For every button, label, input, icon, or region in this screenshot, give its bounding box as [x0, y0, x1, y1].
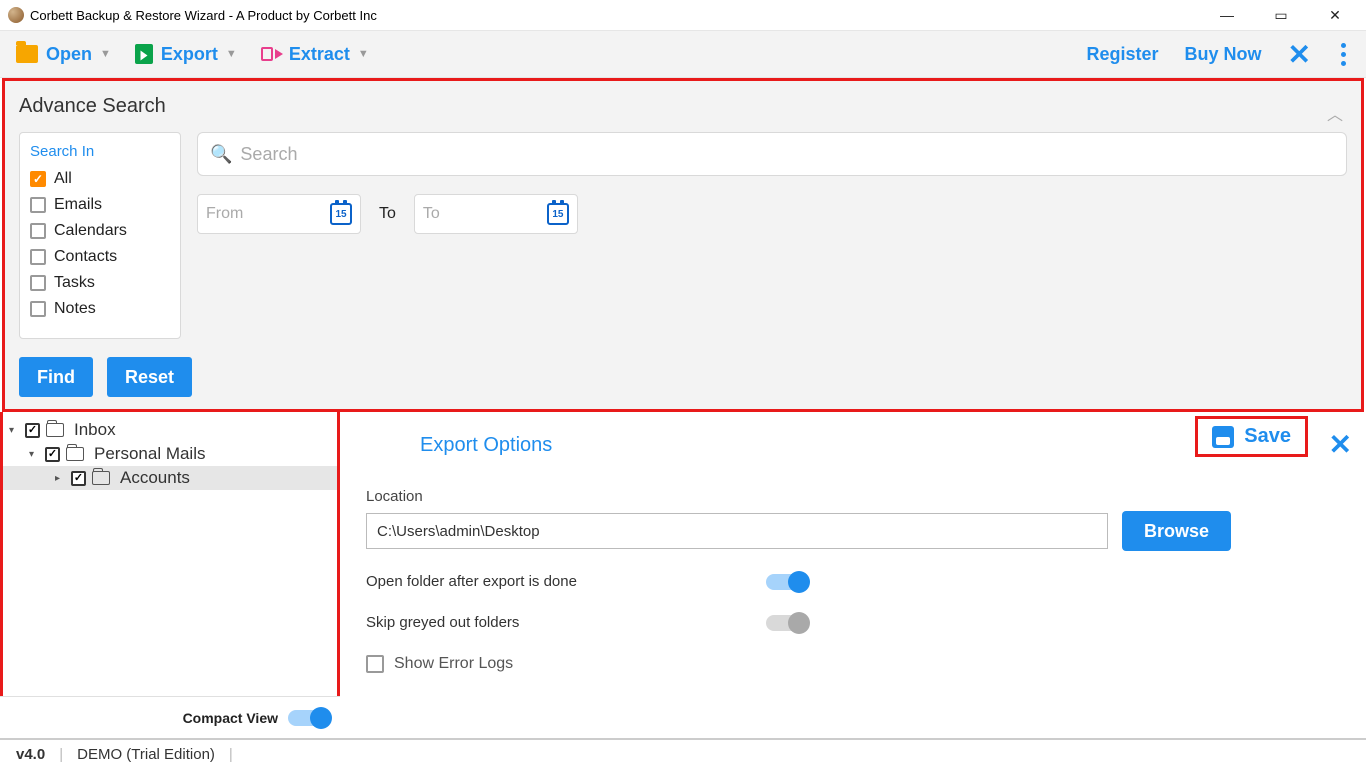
main-toolbar: Open ▼ Export ▼ Extract ▼ Register Buy N…: [0, 30, 1366, 78]
buy-now-link[interactable]: Buy Now: [1185, 44, 1262, 65]
checkbox-icon[interactable]: [30, 223, 46, 239]
title-bar: Corbett Backup & Restore Wizard - A Prod…: [0, 0, 1366, 30]
compact-view-bar: Compact View: [0, 696, 340, 738]
expander-icon[interactable]: ▸: [55, 473, 65, 484]
save-icon: [1212, 426, 1234, 448]
tree-item-label: Personal Mails: [94, 444, 206, 464]
date-to-field[interactable]: 15: [414, 194, 578, 234]
folder-open-icon: [16, 45, 38, 63]
checkbox-icon[interactable]: [30, 171, 46, 187]
checkbox-icon[interactable]: [30, 275, 46, 291]
tree-item-label: Inbox: [74, 420, 116, 440]
folder-icon: [46, 423, 64, 437]
checkbox-icon[interactable]: [45, 447, 60, 462]
edition-label: DEMO (Trial Edition): [77, 746, 215, 763]
calendar-icon[interactable]: 15: [330, 203, 352, 225]
search-input[interactable]: [240, 144, 1334, 165]
advance-search-title: Advance Search: [19, 95, 1347, 118]
location-label: Location: [366, 488, 1354, 505]
export-options-title: Export Options: [420, 434, 552, 457]
checkbox-icon[interactable]: [30, 197, 46, 213]
tree-item[interactable]: ▾ Inbox: [3, 418, 337, 442]
chevron-down-icon: ▼: [358, 48, 369, 60]
window-maximize[interactable]: ▭: [1258, 0, 1304, 30]
open-menu[interactable]: Open ▼: [16, 44, 111, 65]
search-in-heading: Search In: [30, 143, 170, 160]
export-label: Export: [161, 44, 218, 65]
location-input[interactable]: [366, 513, 1108, 549]
folder-icon: [66, 447, 84, 461]
compact-view-toggle[interactable]: [288, 710, 330, 726]
date-from-field[interactable]: 15: [197, 194, 361, 234]
kebab-menu-icon[interactable]: [1337, 39, 1350, 70]
export-menu[interactable]: Export ▼: [135, 44, 237, 65]
advance-search-panel: Advance Search ︿ Search In All Emails Cale…: [2, 78, 1364, 412]
chevron-down-icon: ▼: [226, 48, 237, 60]
show-error-logs-checkbox[interactable]: [366, 655, 384, 673]
expander-icon[interactable]: ▾: [9, 425, 19, 436]
tree-item[interactable]: ▸ Accounts: [3, 466, 337, 490]
save-button[interactable]: Save: [1195, 416, 1308, 457]
search-in-option[interactable]: Notes: [30, 300, 170, 318]
search-in-option-label: Tasks: [54, 274, 95, 292]
window-close[interactable]: ✕: [1312, 0, 1358, 30]
version-label: v4.0: [16, 746, 45, 763]
to-label: To: [379, 205, 396, 223]
close-export-icon[interactable]: ✕: [1329, 428, 1352, 461]
search-in-option[interactable]: Emails: [30, 196, 170, 214]
search-in-option[interactable]: Contacts: [30, 248, 170, 266]
register-link[interactable]: Register: [1086, 44, 1158, 65]
search-box[interactable]: 🔍: [197, 132, 1347, 176]
checkbox-icon[interactable]: [30, 249, 46, 265]
app-icon: [8, 7, 24, 23]
browse-button[interactable]: Browse: [1122, 511, 1231, 551]
search-in-option[interactable]: Calendars: [30, 222, 170, 240]
close-panel-icon[interactable]: ✕: [1288, 38, 1311, 71]
search-in-option-label: All: [54, 170, 72, 188]
collapse-icon[interactable]: ︿: [1327, 101, 1343, 125]
date-from-input[interactable]: [206, 205, 296, 223]
search-in-option[interactable]: All: [30, 170, 170, 188]
compact-view-label: Compact View: [183, 710, 278, 726]
export-options-panel: Export Options Save ✕ Location Browse Op…: [340, 412, 1366, 708]
chevron-down-icon: ▼: [100, 48, 111, 60]
open-folder-toggle[interactable]: [766, 574, 808, 590]
window-minimize[interactable]: —: [1204, 0, 1250, 30]
open-label: Open: [46, 44, 92, 65]
show-error-logs-label: Show Error Logs: [394, 655, 513, 673]
expander-icon[interactable]: ▾: [29, 449, 39, 460]
search-icon: 🔍: [210, 144, 232, 165]
search-in-option-label: Contacts: [54, 248, 117, 266]
calendar-icon[interactable]: 15: [547, 203, 569, 225]
extract-label: Extract: [289, 44, 350, 65]
search-in-option-label: Emails: [54, 196, 102, 214]
checkbox-icon[interactable]: [25, 423, 40, 438]
window-title: Corbett Backup & Restore Wizard - A Prod…: [30, 8, 377, 23]
checkbox-icon[interactable]: [71, 471, 86, 486]
search-in-panel: Search In All Emails Calendars Contacts Task…: [19, 132, 181, 339]
search-in-option-label: Notes: [54, 300, 96, 318]
file-export-icon: [135, 44, 153, 64]
folder-tree: ▾ Inbox ▾ Personal Mails ▸ Accounts: [0, 412, 340, 708]
checkbox-icon[interactable]: [30, 301, 46, 317]
skip-greyed-toggle[interactable]: [766, 615, 808, 631]
find-button[interactable]: Find: [19, 357, 93, 397]
folder-icon: [92, 471, 110, 485]
status-bar: v4.0 | DEMO (Trial Edition) |: [0, 738, 1366, 768]
date-to-input[interactable]: [423, 205, 513, 223]
save-label: Save: [1244, 425, 1291, 448]
reset-button[interactable]: Reset: [107, 357, 192, 397]
tree-item-label: Accounts: [120, 468, 190, 488]
extract-menu[interactable]: Extract ▼: [261, 44, 369, 65]
skip-greyed-label: Skip greyed out folders: [366, 614, 726, 631]
extract-icon: [261, 45, 281, 63]
search-in-option[interactable]: Tasks: [30, 274, 170, 292]
open-folder-label: Open folder after export is done: [366, 573, 726, 590]
tree-item[interactable]: ▾ Personal Mails: [3, 442, 337, 466]
search-in-option-label: Calendars: [54, 222, 127, 240]
